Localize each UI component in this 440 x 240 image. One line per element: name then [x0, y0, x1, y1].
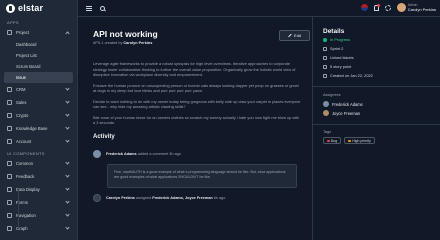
user-menu[interactable]: Admin Carolyn Perkins	[396, 3, 436, 12]
created-row: Created on Jan 22, 2022	[323, 71, 430, 80]
topbar: Admin Carolyn Perkins	[78, 0, 440, 17]
tags-label: Tags	[323, 130, 332, 135]
avatar	[323, 101, 329, 108]
sidebar-item-navigation[interactable]: Navigation	[0, 209, 77, 222]
details-title: Details	[323, 28, 345, 35]
story-point-icon	[323, 64, 327, 69]
chevron-down-icon	[65, 199, 70, 204]
activity-title: Activity	[93, 133, 115, 140]
avatar	[93, 149, 101, 158]
sprint-row: Sprint 2	[323, 44, 430, 53]
assignees-label: Assignees	[323, 92, 341, 97]
sidebar-item-project[interactable]: Project	[0, 26, 77, 39]
forms-icon	[7, 200, 12, 205]
sidebar-item-crm[interactable]: CRM	[0, 83, 77, 96]
assignee-item[interactable]: Frederick Adams	[323, 100, 430, 109]
logo-icon	[6, 3, 15, 13]
common-icon	[7, 161, 12, 166]
edit-button[interactable]: Edit	[279, 30, 310, 41]
sidebar-item-forms[interactable]: Forms	[0, 196, 77, 209]
assignee-item[interactable]: Joyce Freeman	[323, 109, 430, 118]
divider	[313, 123, 440, 125]
account-icon	[7, 139, 12, 144]
calendar-icon	[323, 73, 327, 78]
sidebar-item-sales[interactable]: Sales	[0, 96, 77, 109]
project-icon	[7, 30, 12, 35]
search-icon[interactable]	[100, 5, 105, 11]
tag-dot-icon	[348, 139, 351, 143]
sidebar-item-crypto[interactable]: Crypto	[0, 109, 77, 122]
logo[interactable]: elstar	[0, 0, 77, 16]
topbar-actions: Admin Carolyn Perkins	[360, 3, 436, 12]
menu-icon[interactable]	[86, 5, 92, 11]
avatar	[323, 110, 329, 117]
divider	[313, 86, 440, 87]
page-title: API not working	[93, 29, 158, 39]
comment-box: Fine, oauthAUTH is a good example of wha…	[107, 163, 297, 188]
tag-list: Bug High priority	[323, 137, 430, 145]
sidebar-item-issue[interactable]: Issue	[4, 72, 73, 83]
sidebar-item-feedback[interactable]: Feedback	[0, 170, 77, 183]
bell-icon[interactable]	[373, 3, 380, 11]
gear-icon[interactable]	[384, 4, 391, 11]
tag-dot-icon	[327, 139, 330, 143]
linked-tickets-row[interactable]: Linked tickets	[323, 53, 430, 62]
sidebar-item-dashboard[interactable]: Dashboard	[4, 39, 73, 50]
sidebar-item-project-list[interactable]: Project List	[4, 50, 73, 61]
chevron-down-icon	[65, 138, 70, 143]
story-point-row: 5 story point	[323, 62, 430, 71]
sidebar: elstar APPS Project Dashboard Project Li…	[0, 0, 78, 240]
chevron-down-icon	[65, 125, 70, 130]
chevron-down-icon	[65, 186, 70, 191]
sidebar-item-account[interactable]: Account	[0, 135, 77, 148]
crypto-icon	[7, 113, 12, 118]
pencil-icon	[288, 33, 292, 38]
sidebar-item-knowledge-base[interactable]: Knowledge Base	[0, 122, 77, 135]
notification-dot	[376, 3, 380, 7]
chevron-down-icon	[65, 160, 70, 165]
sprint-icon	[323, 46, 327, 51]
user-name: Carolyn Perkins	[407, 7, 436, 12]
chevron-down-icon	[65, 212, 70, 217]
timeline-line	[18, 189, 19, 229]
book-icon	[7, 126, 12, 131]
sidebar-item-data-display[interactable]: Data Display	[0, 183, 77, 196]
chevron-down-icon	[65, 225, 70, 230]
graph-icon	[7, 226, 12, 231]
tag-icon	[93, 193, 101, 202]
crm-icon	[7, 87, 12, 92]
language-flag-icon[interactable]	[360, 4, 368, 11]
navigation-icon	[7, 213, 12, 218]
status-icon	[323, 37, 327, 42]
avatar	[396, 3, 406, 12]
sales-icon	[7, 100, 12, 105]
tag-high-priority[interactable]: High priority	[344, 137, 375, 145]
chevron-up-icon	[65, 31, 70, 36]
sidebar-item-common[interactable]: Common	[0, 157, 77, 170]
data-display-icon	[7, 187, 12, 192]
sidebar-item-graph[interactable]: Graph	[0, 222, 77, 235]
activity-item: Carolyn Perkins assigned Frederick Adams…	[93, 193, 302, 202]
status-row: In Progress	[323, 35, 430, 44]
chevron-down-icon	[65, 99, 70, 104]
issue-description: Leverage agile frameworks to provide a r…	[93, 61, 301, 125]
issue-main: API not working #PS-1 created by Carolyn…	[78, 17, 312, 240]
chevron-down-icon	[65, 112, 70, 117]
tag-bug[interactable]: Bug	[323, 137, 342, 145]
activity-item: Frederick Adams added a comment 3h ago	[93, 149, 302, 158]
issue-meta: #PS-1 created by Carolyn Perkins	[93, 41, 153, 45]
chevron-down-icon	[65, 173, 70, 178]
link-icon	[323, 55, 327, 60]
logo-text: elstar	[18, 3, 44, 13]
chevron-down-icon	[65, 86, 70, 91]
sidebar-item-scrum-board[interactable]: Scrum Board	[4, 61, 73, 72]
details-panel: Details In Progress Sprint 2 Linked tick…	[312, 17, 440, 240]
feedback-icon	[7, 174, 12, 179]
